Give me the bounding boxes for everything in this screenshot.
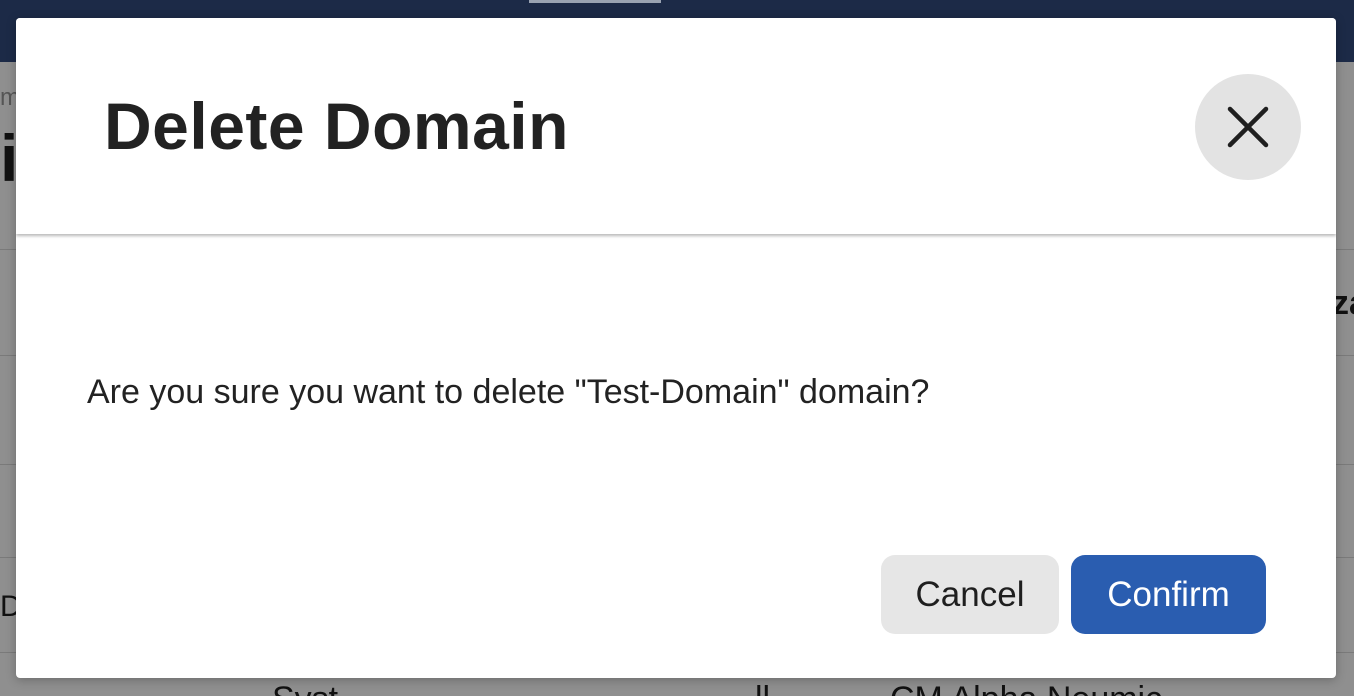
active-tab-indicator bbox=[529, 0, 661, 3]
close-button[interactable] bbox=[1195, 74, 1301, 180]
table-cell: CM Alpha Neumic bbox=[890, 680, 1162, 696]
delete-domain-dialog: Delete Domain Are you sure you want to d… bbox=[16, 18, 1336, 678]
dialog-header: Delete Domain bbox=[16, 18, 1336, 234]
close-icon bbox=[1227, 106, 1269, 148]
cancel-button[interactable]: Cancel bbox=[881, 555, 1059, 634]
dialog-message: Are you sure you want to delete "Test-Do… bbox=[87, 373, 930, 411]
table-cell: Syst bbox=[272, 680, 338, 696]
table-cell: ll bbox=[755, 680, 770, 696]
confirm-button[interactable]: Confirm bbox=[1071, 555, 1266, 634]
dialog-title: Delete Domain bbox=[104, 89, 569, 163]
app-page: ma i za DE Syst ll CM Alpha Neumic Delet… bbox=[0, 0, 1354, 696]
